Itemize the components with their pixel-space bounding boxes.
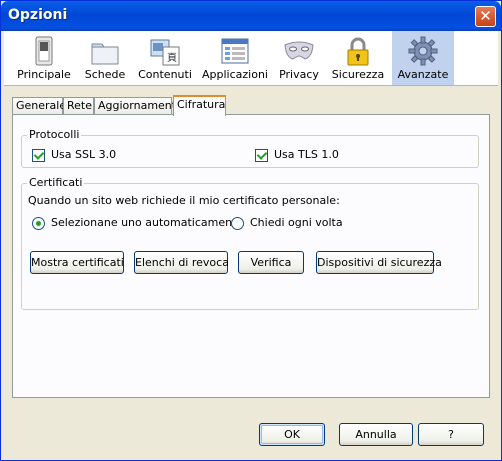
protocolli-group: Protocolli Usa SSL 3.0 Usa TLS 1.0: [21, 128, 479, 168]
certificati-group: Certificati Quando un sito web richiede …: [21, 176, 479, 310]
window-title: Opzioni: [8, 7, 68, 23]
toolbar-applicazioni[interactable]: Applicazioni: [202, 31, 268, 85]
verifica-button[interactable]: Verifica: [238, 251, 304, 274]
toolbar-label: Schede: [84, 68, 126, 81]
toolbar-label: Applicazioni: [202, 68, 268, 81]
tls-label[interactable]: Usa TLS 1.0: [274, 148, 339, 161]
content-icon: 頁: [150, 39, 180, 66]
ok-button[interactable]: OK: [259, 423, 325, 446]
gear-icon: [408, 36, 438, 66]
radio-auto[interactable]: [32, 217, 45, 230]
cifratura-panel: Protocolli Usa SSL 3.0 Usa TLS 1.0 Certi…: [12, 114, 490, 398]
toolbar-label: Privacy: [279, 68, 319, 81]
tab-rete[interactable]: Rete: [63, 97, 94, 114]
toolbar-label: Principale: [17, 68, 71, 81]
toolbar-schede[interactable]: Schede: [79, 31, 131, 85]
toolbar-privacy[interactable]: Privacy: [274, 31, 324, 85]
certificati-legend: Certificati: [27, 176, 85, 189]
elenchi-revoca-button[interactable]: Elenchi di revoca: [134, 251, 229, 274]
toolbar-contenuti[interactable]: 頁 Contenuti: [136, 31, 194, 85]
radio-ask-label[interactable]: Chiedi ogni volta: [250, 216, 343, 229]
close-button[interactable]: ✕: [475, 6, 496, 27]
ssl-checkbox[interactable]: [32, 149, 45, 162]
mostra-certificati-button[interactable]: Mostra certificati: [30, 251, 124, 274]
window-body: Principale Schede 頁 Contenuti Applicazio…: [4, 31, 498, 458]
tls-checkbox[interactable]: [255, 149, 268, 162]
title-bar[interactable]: Opzioni ✕: [1, 1, 501, 31]
tab-cifratura[interactable]: Cifratura: [173, 95, 226, 116]
options-window: Opzioni ✕ Principale Schede 頁 Contenuti: [0, 0, 502, 461]
protocolli-legend: Protocolli: [27, 128, 82, 141]
ssl-label[interactable]: Usa SSL 3.0: [51, 148, 116, 161]
svg-text:頁: 頁: [167, 52, 177, 64]
radio-auto-label[interactable]: Selezionane uno automaticamente: [51, 216, 243, 229]
certificate-question: Quando un sito web richiede il mio certi…: [28, 194, 340, 207]
toolbar-label: Sicurezza: [331, 68, 385, 81]
switch-icon: [35, 36, 53, 66]
toolbar-label: Avanzate: [397, 68, 449, 81]
radio-ask[interactable]: [231, 217, 244, 230]
annulla-button[interactable]: Annulla: [339, 423, 413, 446]
applications-icon: [221, 38, 249, 64]
toolbar-sicurezza[interactable]: Sicurezza: [330, 31, 386, 85]
dispositivi-sicurezza-button[interactable]: Dispositivi di sicurezza: [316, 251, 442, 274]
toolbar-avanzate[interactable]: Avanzate: [392, 31, 454, 85]
toolbar-label: Contenuti: [138, 68, 192, 81]
padlock-icon: [347, 37, 369, 66]
category-toolbar: Principale Schede 頁 Contenuti Applicazio…: [4, 31, 498, 86]
mask-icon: [284, 41, 314, 60]
close-icon: ✕: [479, 7, 492, 25]
help-button[interactable]: ?: [418, 423, 484, 446]
tab-generale[interactable]: Generale: [12, 97, 66, 114]
tab-aggiornamenti[interactable]: Aggiornamenti: [94, 97, 179, 114]
toolbar-principale[interactable]: Principale: [12, 31, 76, 85]
folder-tabs-icon: [91, 43, 119, 65]
